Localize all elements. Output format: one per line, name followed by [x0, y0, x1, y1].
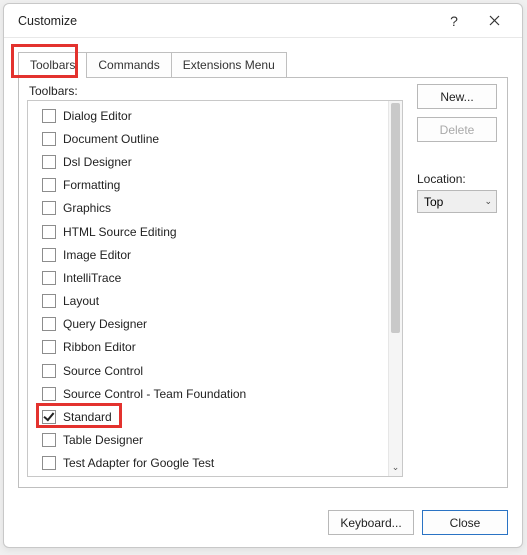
dialog-body: Toolbars Commands Extensions Menu Toolba…	[4, 38, 522, 500]
scroll-down-icon[interactable]: ⌄	[389, 460, 402, 474]
list-item-label: Graphics	[63, 201, 111, 215]
list-item[interactable]: IntelliTrace	[32, 266, 384, 289]
list-item[interactable]: Formatting	[32, 174, 384, 197]
list-item[interactable]: Dsl Designer	[32, 150, 384, 173]
close-icon[interactable]	[474, 7, 514, 35]
checkbox[interactable]	[42, 109, 56, 123]
checkbox[interactable]	[42, 271, 56, 285]
list-item[interactable]: Dialog Editor	[32, 104, 384, 127]
scrollbar-thumb[interactable]	[391, 103, 400, 333]
list-item[interactable]: Graphics	[32, 197, 384, 220]
location-select[interactable]: Top ⌄	[417, 190, 497, 213]
dialog-title: Customize	[18, 14, 434, 28]
toolbars-label: Toolbars:	[27, 84, 403, 98]
list-item[interactable]: Image Editor	[32, 243, 384, 266]
list-item[interactable]: Test Adapter for Google Test	[32, 452, 384, 475]
keyboard-button[interactable]: Keyboard...	[328, 510, 414, 535]
tab-extensions-menu[interactable]: Extensions Menu	[171, 52, 287, 78]
list-item[interactable]: Source Control	[32, 359, 384, 382]
checkbox[interactable]	[42, 317, 56, 331]
list-item[interactable]: Table Designer	[32, 429, 384, 452]
checkbox[interactable]	[42, 294, 56, 308]
list-item[interactable]: HTML Source Editing	[32, 220, 384, 243]
toolbars-listbox[interactable]: Dialog Editor Document Outline Dsl Designe…	[27, 100, 403, 477]
tab-commands[interactable]: Commands	[86, 52, 171, 78]
list-item[interactable]: Text Editor	[32, 475, 384, 476]
list-item-label: Query Designer	[63, 317, 147, 331]
list-item-label: Image Editor	[63, 248, 131, 262]
list-item-label: Source Control	[63, 364, 143, 378]
checkbox[interactable]	[42, 178, 56, 192]
delete-button[interactable]: Delete	[417, 117, 497, 142]
tab-strip: Toolbars Commands Extensions Menu	[18, 52, 508, 78]
list-item-label: Table Designer	[63, 433, 143, 447]
checkbox[interactable]	[42, 340, 56, 354]
list-item-label: Layout	[63, 294, 99, 308]
list-item[interactable]: Ribbon Editor	[32, 336, 384, 359]
checkbox[interactable]	[42, 225, 56, 239]
list-item-label: Source Control - Team Foundation	[63, 387, 246, 401]
location-value: Top	[424, 195, 443, 209]
checkbox[interactable]	[42, 364, 56, 378]
tab-panel-toolbars: Toolbars: Dialog EditorDocument OutlineD…	[18, 77, 508, 488]
titlebar: Customize ?	[4, 4, 522, 38]
dialog-footer: Keyboard... Close	[4, 500, 522, 547]
list-item[interactable]: Query Designer	[32, 313, 384, 336]
checkbox[interactable]	[42, 433, 56, 447]
list-item-label: Document Outline	[63, 132, 159, 146]
help-icon[interactable]: ?	[434, 7, 474, 35]
list-item[interactable]: Source Control - Team Foundation	[32, 382, 384, 405]
list-item-label: IntelliTrace	[63, 271, 121, 285]
list-item-label: Dialog Editor	[63, 109, 132, 123]
list-item[interactable]: Layout	[32, 290, 384, 313]
checkbox[interactable]	[42, 387, 56, 401]
list-item-label: Formatting	[63, 178, 120, 192]
new-button[interactable]: New...	[417, 84, 497, 109]
location-label: Location:	[417, 172, 497, 186]
list-item-label: Test Adapter for Google Test	[63, 456, 214, 470]
checkbox[interactable]	[42, 456, 56, 470]
list-item-label: HTML Source Editing	[63, 225, 177, 239]
scrollbar[interactable]: ⌄	[388, 101, 402, 476]
checkbox[interactable]	[42, 248, 56, 262]
list-item[interactable]: Document Outline	[32, 127, 384, 150]
close-button[interactable]: Close	[422, 510, 508, 535]
tab-toolbars[interactable]: Toolbars	[18, 52, 87, 78]
checkbox[interactable]	[42, 155, 56, 169]
checkbox[interactable]	[42, 201, 56, 215]
list-item-label: Standard	[63, 410, 112, 424]
checkbox[interactable]	[42, 410, 56, 424]
customize-dialog: Customize ? Toolbars Commands Extensions…	[3, 3, 523, 548]
list-item[interactable]: Standard	[32, 405, 384, 428]
list-item-label: Dsl Designer	[63, 155, 132, 169]
list-item-label: Ribbon Editor	[63, 340, 136, 354]
chevron-down-icon: ⌄	[484, 196, 492, 207]
checkbox[interactable]	[42, 132, 56, 146]
